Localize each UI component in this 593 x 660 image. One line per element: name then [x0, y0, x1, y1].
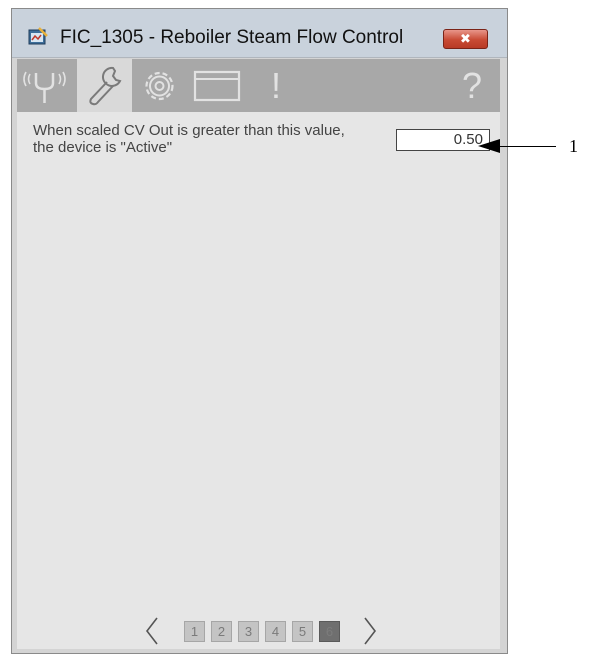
signal-fork-icon	[17, 59, 72, 112]
tab-alarms[interactable]: !	[251, 59, 301, 112]
title-bar[interactable]: FIC_1305 - Reboiler Steam Flow Control ✖	[12, 9, 507, 58]
faceplate-window: FIC_1305 - Reboiler Steam Flow Control ✖	[11, 8, 508, 654]
close-button[interactable]: ✖	[443, 29, 488, 49]
close-icon: ✖	[460, 31, 471, 46]
wrench-icon	[77, 59, 132, 112]
alarm-exclamation-icon: !	[270, 65, 281, 106]
active-threshold-description: When scaled CV Out is greater than this …	[33, 122, 345, 156]
page-button-5[interactable]: 5	[292, 621, 313, 642]
callout-arrow-icon	[478, 139, 500, 158]
tab-trends-window[interactable]	[187, 59, 247, 112]
help-question-icon: ?	[461, 65, 483, 106]
chevron-right-icon[interactable]	[362, 615, 378, 652]
page-button-2[interactable]: 2	[211, 621, 232, 642]
active-threshold-input[interactable]: 0.50	[396, 129, 490, 151]
tab-engineering[interactable]	[132, 59, 187, 112]
tab-help[interactable]: ?	[447, 59, 497, 112]
page-button-6-current[interactable]: 6	[319, 621, 340, 642]
tab-bar: ! ?	[17, 59, 500, 112]
app-icon	[28, 26, 48, 46]
page-button-4[interactable]: 4	[265, 621, 286, 642]
tab-wrench-settings[interactable]	[77, 59, 132, 112]
gear-icon	[132, 59, 187, 112]
page-button-1[interactable]: 1	[184, 621, 205, 642]
callout-number: 1	[569, 136, 578, 156]
page-button-3[interactable]: 3	[238, 621, 259, 642]
window-title: FIC_1305 - Reboiler Steam Flow Control	[60, 27, 404, 48]
callout-line	[499, 146, 556, 147]
chevron-left-icon[interactable]	[144, 615, 160, 652]
tab-maintenance-status[interactable]	[17, 59, 72, 112]
tab-content-panel: When scaled CV Out is greater than this …	[17, 112, 500, 649]
window-icon	[187, 59, 247, 112]
